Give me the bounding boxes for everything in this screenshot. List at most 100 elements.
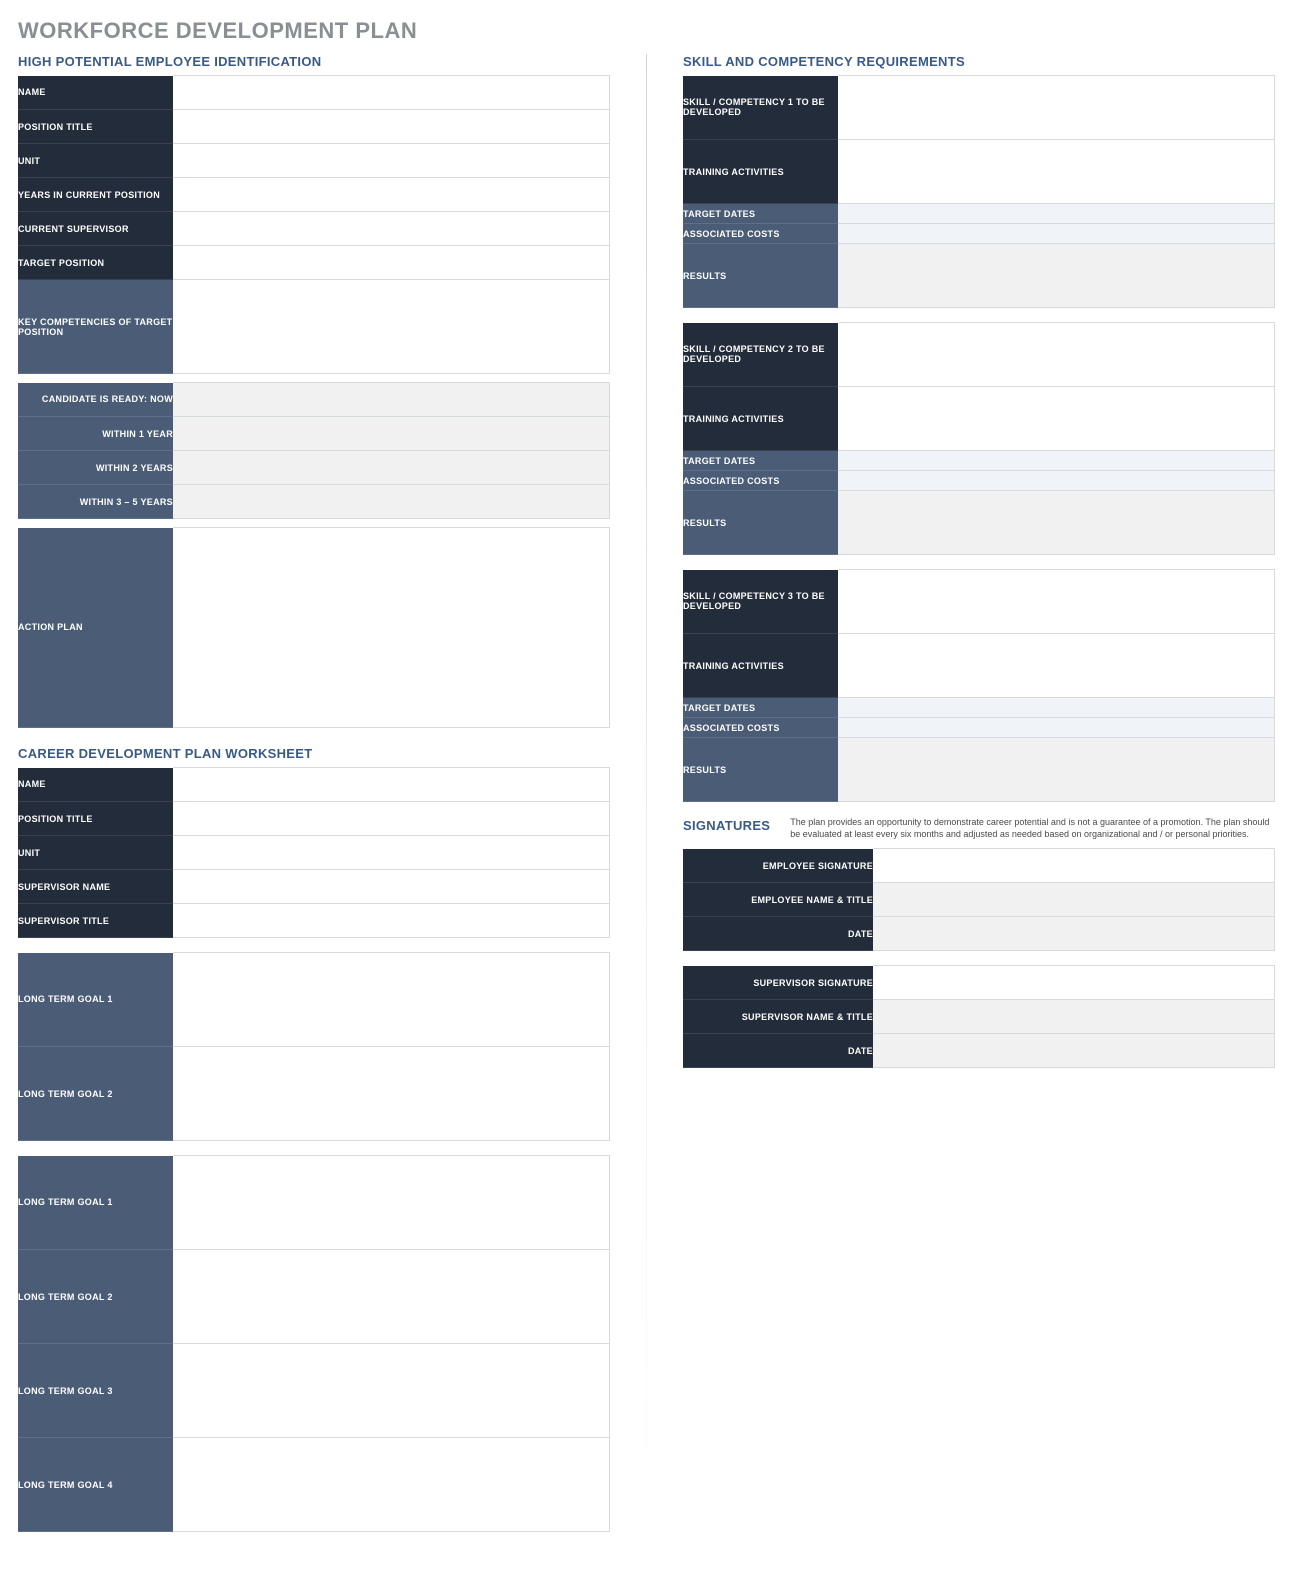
input-ac3[interactable] xyxy=(838,718,1275,738)
label-ready-3-5y: WITHIN 3 – 5 YEARS xyxy=(18,485,173,519)
input-sup-sig[interactable] xyxy=(873,966,1275,1000)
input-ready-3-5y[interactable] xyxy=(173,485,610,519)
skill-req-heading: SKILL AND COMPETENCY REQUIREMENTS xyxy=(683,54,1275,69)
input-res2[interactable] xyxy=(838,491,1275,555)
input-ltg-a1[interactable] xyxy=(173,953,610,1047)
long-term-goals-b: LONG TERM GOAL 1 LONG TERM GOAL 2 LONG T… xyxy=(18,1155,610,1532)
input-ltg-b3[interactable] xyxy=(173,1344,610,1438)
label-sup-date: DATE xyxy=(683,1034,873,1068)
readiness-table: CANDIDATE IS READY: NOW WITHIN 1 YEAR WI… xyxy=(18,382,610,519)
input-target-position[interactable] xyxy=(173,246,610,280)
input-ac2[interactable] xyxy=(838,471,1275,491)
signatures-note: The plan provides an opportunity to demo… xyxy=(790,816,1275,840)
skill-block-1: SKILL / COMPETENCY 1 TO BE DEVELOPED TRA… xyxy=(683,75,1275,308)
input-ta3[interactable] xyxy=(838,634,1275,698)
label-ltg-a1: LONG TERM GOAL 1 xyxy=(18,953,173,1047)
label-td3: TARGET DATES xyxy=(683,698,838,718)
input-emp-date[interactable] xyxy=(873,917,1275,951)
input-ready-2y[interactable] xyxy=(173,451,610,485)
label-ta3: TRAINING ACTIVITIES xyxy=(683,634,838,698)
input-cd-supervisor-name[interactable] xyxy=(173,870,610,904)
label-emp-name: EMPLOYEE NAME & TITLE xyxy=(683,883,873,917)
input-cd-supervisor-title[interactable] xyxy=(173,904,610,938)
career-dev-heading: CAREER DEVELOPMENT PLAN WORKSHEET xyxy=(18,746,610,761)
label-cd-supervisor-name: SUPERVISOR NAME xyxy=(18,870,173,904)
label-td1: TARGET DATES xyxy=(683,204,838,224)
input-ta2[interactable] xyxy=(838,387,1275,451)
label-ac2: ASSOCIATED COSTS xyxy=(683,471,838,491)
input-td1[interactable] xyxy=(838,204,1275,224)
input-ta1[interactable] xyxy=(838,140,1275,204)
label-ready-2y: WITHIN 2 YEARS xyxy=(18,451,173,485)
label-ac1: ASSOCIATED COSTS xyxy=(683,224,838,244)
label-res1: RESULTS xyxy=(683,244,838,308)
input-sup-date[interactable] xyxy=(873,1034,1275,1068)
input-key-competencies[interactable] xyxy=(173,280,610,374)
skill-block-2: SKILL / COMPETENCY 2 TO BE DEVELOPED TRA… xyxy=(683,322,1275,555)
input-cd-name[interactable] xyxy=(173,768,610,802)
input-sup-name[interactable] xyxy=(873,1000,1275,1034)
label-cd-supervisor-title: SUPERVISOR TITLE xyxy=(18,904,173,938)
input-years-in-position[interactable] xyxy=(173,178,610,212)
skill-block-3: SKILL / COMPETENCY 3 TO BE DEVELOPED TRA… xyxy=(683,569,1275,802)
input-current-supervisor[interactable] xyxy=(173,212,610,246)
label-sup-name: SUPERVISOR NAME & TITLE xyxy=(683,1000,873,1034)
input-ltg-b4[interactable] xyxy=(173,1438,610,1532)
input-emp-sig[interactable] xyxy=(873,849,1275,883)
label-ltg-b2: LONG TERM GOAL 2 xyxy=(18,1250,173,1344)
input-sc3[interactable] xyxy=(838,570,1275,634)
label-years-in-position: YEARS IN CURRENT POSITION xyxy=(18,178,173,212)
input-sc1[interactable] xyxy=(838,76,1275,140)
input-td2[interactable] xyxy=(838,451,1275,471)
label-emp-date: DATE xyxy=(683,917,873,951)
page-title: WORKFORCE DEVELOPMENT PLAN xyxy=(18,18,1275,44)
label-cd-unit: UNIT xyxy=(18,836,173,870)
input-res3[interactable] xyxy=(838,738,1275,802)
label-td2: TARGET DATES xyxy=(683,451,838,471)
career-dev-table: NAME POSITION TITLE UNIT SUPERVISOR NAME… xyxy=(18,767,610,938)
label-target-position: TARGET POSITION xyxy=(18,246,173,280)
input-cd-position-title[interactable] xyxy=(173,802,610,836)
label-ltg-b3: LONG TERM GOAL 3 xyxy=(18,1344,173,1438)
input-position-title[interactable] xyxy=(173,110,610,144)
label-ltg-b1: LONG TERM GOAL 1 xyxy=(18,1156,173,1250)
label-action-plan: ACTION PLAN xyxy=(18,528,173,728)
label-position-title: POSITION TITLE xyxy=(18,110,173,144)
label-key-competencies: KEY COMPETENCIES OF TARGET POSITION xyxy=(18,280,173,374)
left-column: HIGH POTENTIAL EMPLOYEE IDENTIFICATION N… xyxy=(18,54,610,1546)
label-ta1: TRAINING ACTIVITIES xyxy=(683,140,838,204)
label-sc2: SKILL / COMPETENCY 2 TO BE DEVELOPED xyxy=(683,323,838,387)
column-divider xyxy=(646,54,647,1546)
input-ltg-b2[interactable] xyxy=(173,1250,610,1344)
input-ltg-a2[interactable] xyxy=(173,1047,610,1141)
input-sc2[interactable] xyxy=(838,323,1275,387)
label-cd-position-title: POSITION TITLE xyxy=(18,802,173,836)
label-ac3: ASSOCIATED COSTS xyxy=(683,718,838,738)
label-ltg-a2: LONG TERM GOAL 2 xyxy=(18,1047,173,1141)
input-cd-unit[interactable] xyxy=(173,836,610,870)
input-ready-now[interactable] xyxy=(173,383,610,417)
action-plan-table: ACTION PLAN xyxy=(18,527,610,728)
label-sup-sig: SUPERVISOR SIGNATURE xyxy=(683,966,873,1000)
input-ready-1y[interactable] xyxy=(173,417,610,451)
input-unit[interactable] xyxy=(173,144,610,178)
label-ready-1y: WITHIN 1 YEAR xyxy=(18,417,173,451)
input-name[interactable] xyxy=(173,76,610,110)
input-emp-name[interactable] xyxy=(873,883,1275,917)
input-action-plan[interactable] xyxy=(173,528,610,728)
label-cd-name: NAME xyxy=(18,768,173,802)
input-td3[interactable] xyxy=(838,698,1275,718)
supervisor-signature-table: SUPERVISOR SIGNATURE SUPERVISOR NAME & T… xyxy=(683,965,1275,1068)
label-emp-sig: EMPLOYEE SIGNATURE xyxy=(683,849,873,883)
high-potential-heading: HIGH POTENTIAL EMPLOYEE IDENTIFICATION xyxy=(18,54,610,69)
label-res3: RESULTS xyxy=(683,738,838,802)
right-column: SKILL AND COMPETENCY REQUIREMENTS SKILL … xyxy=(683,54,1275,1546)
label-ta2: TRAINING ACTIVITIES xyxy=(683,387,838,451)
input-ac1[interactable] xyxy=(838,224,1275,244)
signatures-heading: SIGNATURES xyxy=(683,818,770,833)
input-ltg-b1[interactable] xyxy=(173,1156,610,1250)
label-sc1: SKILL / COMPETENCY 1 TO BE DEVELOPED xyxy=(683,76,838,140)
input-res1[interactable] xyxy=(838,244,1275,308)
label-res2: RESULTS xyxy=(683,491,838,555)
label-sc3: SKILL / COMPETENCY 3 TO BE DEVELOPED xyxy=(683,570,838,634)
